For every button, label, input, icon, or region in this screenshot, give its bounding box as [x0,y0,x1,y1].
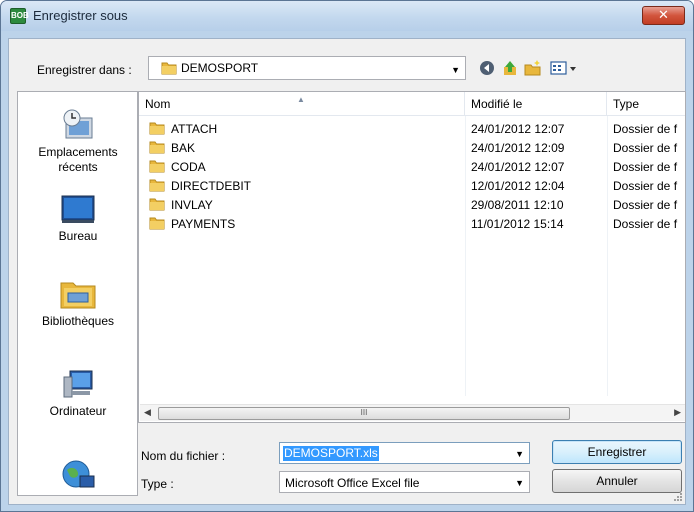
save-button[interactable]: Enregistrer [552,440,682,464]
file-name-cell: ATTACH [171,122,218,136]
back-icon[interactable] [478,59,496,77]
place-recent-label: Emplacements récents [38,145,118,174]
scrollbar-thumb[interactable]: III [158,407,570,420]
scroll-right-icon[interactable]: ▶ [674,407,681,418]
file-modified-cell: 24/01/2012 12:09 [471,141,565,155]
file-type-cell: Dossier de f [613,179,678,193]
scroll-left-icon[interactable]: ◀ [144,407,151,418]
desktop-icon [61,195,95,223]
file-type-cell: Dossier de f [613,160,678,174]
column-header-modified[interactable]: Modifié le [465,92,607,116]
folder-icon [149,122,165,135]
title-bar[interactable]: BOB Enregistrer sous ✕ [1,1,693,31]
file-type-cell: Dossier de f [613,122,678,136]
save-as-dialog: BOB Enregistrer sous ✕ Enregistrer dans … [0,0,694,512]
place-computer-label: Ordinateur [49,404,107,418]
file-name-value: DEMOSPORT.xls [283,446,379,461]
cancel-button[interactable]: Annuler [552,469,682,493]
computer-icon [63,370,93,398]
save-in-label: Enregistrer dans : [37,63,132,77]
places-bar: Emplacements récents Bureau Bibliothèque… [17,91,138,496]
file-name-cell: CODA [171,160,206,174]
horizontal-scrollbar[interactable]: ◀ III ▶ [140,404,685,421]
folder-icon [149,217,165,230]
place-computer[interactable]: Ordinateur [18,367,137,419]
file-row[interactable]: CODA 24/01/2012 12:07 Dossier de f [139,157,685,176]
file-name-input[interactable]: DEMOSPORT.xls ▼ [279,442,530,464]
libraries-icon [60,282,96,309]
file-type-cell: Dossier de f [613,141,678,155]
new-folder-icon[interactable] [524,59,542,77]
folder-icon [161,62,177,75]
file-name-cell: PAYMENTS [171,217,236,231]
column-header-name-label: Nom [145,97,171,111]
folder-icon [149,198,165,211]
file-name-cell: DIRECTDEBIT [171,179,252,193]
sort-ascending-icon: ▲ [297,95,305,104]
window-title: Enregistrer sous [33,8,128,23]
save-in-dropdown[interactable]: DEMOSPORT ▼ [148,56,466,80]
views-menu-icon[interactable] [549,59,579,77]
file-row[interactable]: ATTACH 24/01/2012 12:07 Dossier de f [139,119,685,138]
file-name-cell: INVLAY [171,198,213,212]
place-desktop[interactable]: Bureau [18,192,137,244]
file-row[interactable]: INVLAY 29/08/2011 12:10 Dossier de f [139,195,685,214]
folder-icon [149,160,165,173]
place-libraries-label: Bibliothèques [41,314,115,328]
file-row[interactable]: BAK 24/01/2012 12:09 Dossier de f [139,138,685,157]
network-icon [62,460,95,488]
resize-grip-icon[interactable] [673,492,683,502]
place-libraries[interactable]: Bibliothèques [18,277,137,329]
chevron-down-icon: ▼ [451,65,460,75]
chevron-down-icon[interactable]: ▼ [515,449,524,459]
place-network[interactable] [18,458,137,495]
file-row[interactable]: PAYMENTS 11/01/2012 15:14 Dossier de f [139,214,685,233]
file-modified-cell: 11/01/2012 15:14 [471,217,564,231]
file-list[interactable]: Nom ▲ Modifié le Type ATTACH 24/01/2012 … [138,91,686,423]
chevron-down-icon: ▼ [515,478,524,488]
file-name-cell: BAK [171,141,196,155]
folder-icon [149,179,165,192]
app-icon: BOB [10,8,29,24]
dialog-body: Enregistrer dans : DEMOSPORT ▼ Emplaceme… [8,38,686,505]
file-type-select[interactable]: Microsoft Office Excel file ▼ [279,471,530,493]
up-folder-icon[interactable] [501,59,519,77]
file-row[interactable]: DIRECTDEBIT 12/01/2012 12:04 Dossier de … [139,176,685,195]
file-name-label: Nom du fichier : [141,449,226,463]
file-type-label: Type : [141,477,174,491]
place-desktop-label: Bureau [58,229,98,243]
column-header-name[interactable]: Nom ▲ [139,92,465,116]
file-modified-cell: 29/08/2011 12:10 [471,198,564,212]
folder-icon [149,141,165,154]
file-modified-cell: 24/01/2012 12:07 [471,160,565,174]
save-in-value: DEMOSPORT [181,61,259,75]
recent-places-icon [63,109,93,139]
file-modified-cell: 12/01/2012 12:04 [471,179,565,193]
file-type-value: Microsoft Office Excel file [285,476,420,490]
file-modified-cell: 24/01/2012 12:07 [471,122,565,136]
column-header-type[interactable]: Type [607,92,685,116]
file-type-cell: Dossier de f [613,198,678,212]
file-type-cell: Dossier de f [613,217,678,231]
place-recent[interactable]: Emplacements récents [18,108,137,175]
close-button[interactable]: ✕ [642,6,685,25]
